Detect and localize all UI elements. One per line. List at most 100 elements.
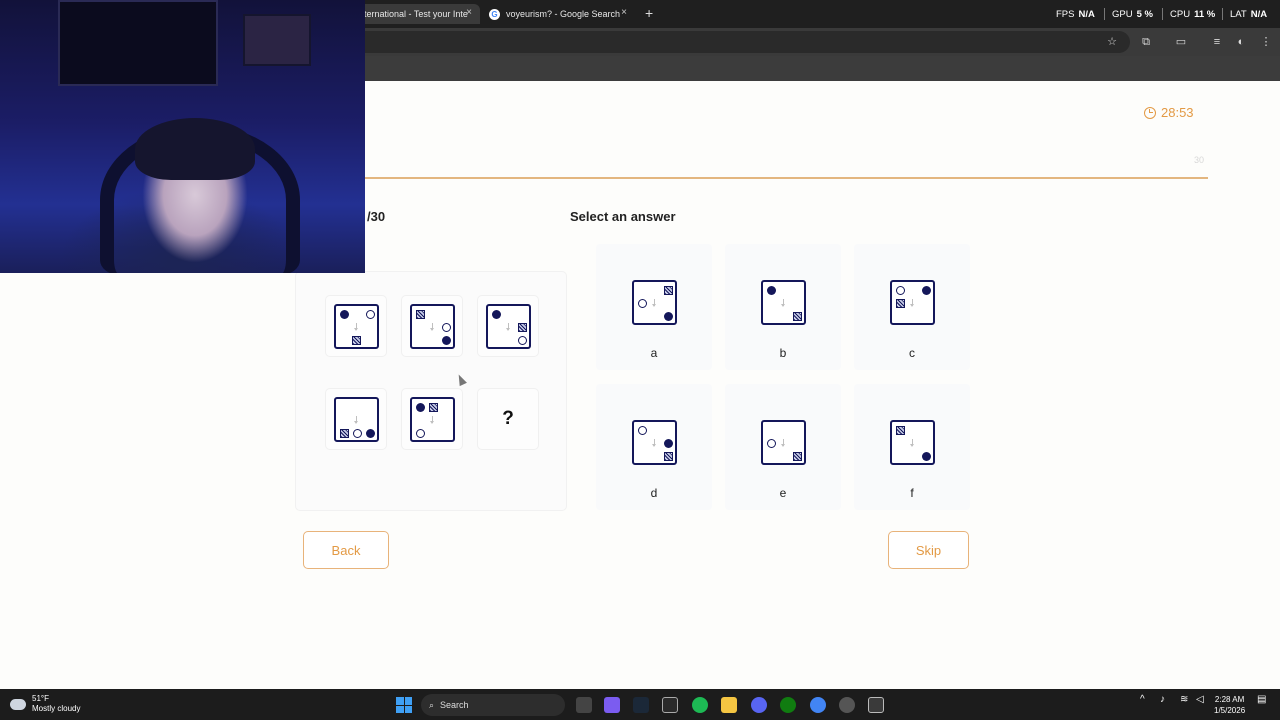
hatched-square-icon	[664, 452, 673, 461]
timer: 28:53	[1144, 105, 1194, 120]
empty-circle-icon	[352, 428, 362, 438]
wall-picture-frame	[58, 0, 218, 86]
wifi-icon[interactable]: ≋	[1180, 694, 1188, 705]
question-counter: /30	[367, 209, 386, 224]
spotify-icon[interactable]	[692, 697, 708, 713]
steam-icon[interactable]	[633, 697, 649, 713]
matrix-cell-3	[478, 296, 538, 356]
answer-option-a[interactable]: a	[596, 244, 712, 370]
hatched-square-icon	[793, 312, 802, 321]
option-label: c	[909, 346, 915, 360]
notification-icon[interactable]: ▤	[1257, 694, 1266, 705]
progress-total: 30	[1194, 155, 1205, 165]
lat-value: N/A	[1250, 9, 1268, 20]
puzzle-matrix: ?	[296, 272, 566, 510]
filled-circle-icon	[767, 286, 776, 295]
option-label: b	[779, 346, 787, 360]
answer-option-c[interactable]: c	[854, 244, 970, 370]
progress-bar	[365, 177, 1208, 179]
filled-circle-icon	[664, 439, 673, 448]
cloud-icon	[10, 698, 26, 710]
weather-temp: 51°F	[32, 694, 49, 703]
option-label: d	[650, 486, 658, 500]
chevron-up-icon[interactable]: ^	[1140, 694, 1145, 705]
answer-option-f[interactable]: f	[854, 384, 970, 510]
puzzle-figure	[632, 280, 677, 325]
taskbar-search[interactable]: ⌕ Search	[421, 694, 565, 716]
close-tab-icon[interactable]: ×	[621, 7, 627, 18]
option-label: f	[910, 486, 914, 500]
cpu-label: CPU	[1170, 9, 1191, 20]
app-icon[interactable]	[839, 697, 855, 713]
filled-circle-icon	[491, 309, 501, 319]
gpu-value: 5 %	[1136, 9, 1153, 20]
search-label: Search	[440, 700, 469, 710]
weather-widget[interactable]: 51°F Mostly cloudy	[10, 694, 80, 714]
skip-button[interactable]: Skip	[888, 531, 969, 569]
fps-counter: FPS N/A	[1056, 9, 1095, 20]
fps-label: FPS	[1056, 9, 1075, 20]
reading-list-icon[interactable]: ≡	[1210, 35, 1224, 49]
arrow-down-icon	[429, 322, 434, 331]
select-answer-title: Select an answer	[570, 209, 676, 224]
question-mark: ?	[502, 408, 514, 429]
timer-value: 28:53	[1161, 105, 1194, 120]
epic-games-icon[interactable]	[662, 697, 678, 713]
epic-games-icon[interactable]	[868, 697, 884, 713]
puzzle-figure	[890, 280, 935, 325]
empty-circle-icon	[767, 439, 776, 448]
filled-circle-icon	[664, 312, 673, 321]
cpu-value: 11 %	[1194, 9, 1216, 20]
task-view-icon[interactable]	[576, 697, 592, 713]
close-tab-icon[interactable]: ×	[466, 7, 472, 18]
arrow-down-icon	[781, 439, 785, 447]
lat-counter: LAT N/A	[1230, 9, 1267, 20]
hatched-square-icon	[896, 299, 905, 308]
wall-picture-frame	[243, 14, 311, 66]
progress-fill	[365, 177, 1208, 179]
hatched-square-icon	[664, 286, 673, 295]
windows-taskbar: 51°F Mostly cloudy ⌕ Search ^ ♪ ≋ ◁ 2:28…	[0, 689, 1280, 720]
new-tab-button[interactable]: +	[645, 5, 653, 21]
hatched-square-icon	[339, 428, 349, 438]
divider	[1222, 8, 1223, 20]
answer-option-e[interactable]: e	[725, 384, 841, 510]
answer-option-d[interactable]: d	[596, 384, 712, 510]
puzzle-figure	[409, 303, 455, 349]
filled-circle-icon	[441, 335, 451, 345]
gpu-label: GPU	[1112, 9, 1133, 20]
windows-start-icon[interactable]	[396, 697, 412, 713]
bookmark-star-icon[interactable]: ☆	[1105, 35, 1119, 49]
empty-circle-icon	[365, 309, 375, 319]
hatched-square-icon	[896, 426, 905, 435]
arrow-down-icon	[429, 415, 434, 424]
clock-date: 1/5/2026	[1214, 706, 1246, 715]
cast-icon[interactable]: ▭	[1174, 35, 1188, 49]
answer-option-b[interactable]: b	[725, 244, 841, 370]
tab-google-search[interactable]: G voyeurism? - Google Search ×	[485, 4, 635, 24]
puzzle-figure	[409, 396, 455, 442]
webcam-overlay	[0, 0, 365, 273]
file-explorer-icon[interactable]	[721, 697, 737, 713]
arrow-down-icon	[353, 415, 358, 424]
address-bar[interactable]	[330, 31, 1130, 53]
puzzle-figure	[632, 420, 677, 465]
puzzle-figure	[761, 420, 806, 465]
microphone-icon[interactable]: ♪	[1160, 694, 1165, 705]
hatched-square-icon	[428, 402, 438, 412]
chrome-icon[interactable]	[810, 697, 826, 713]
filled-circle-icon	[922, 452, 931, 461]
volume-icon[interactable]: ◁	[1196, 694, 1204, 705]
profile-icon[interactable]: ◐	[1234, 35, 1248, 49]
discord-icon[interactable]	[751, 697, 767, 713]
extensions-icon[interactable]: ⧉	[1139, 35, 1153, 49]
back-button[interactable]: Back	[303, 531, 389, 569]
copilot-icon[interactable]	[604, 697, 620, 713]
xbox-icon[interactable]	[780, 697, 796, 713]
person-head	[135, 118, 255, 180]
empty-circle-icon	[441, 322, 451, 332]
empty-circle-icon	[896, 286, 905, 295]
option-label: e	[779, 486, 787, 500]
menu-dots-icon[interactable]: ⋮	[1259, 35, 1273, 49]
system-clock[interactable]: 2:28 AM 1/5/2026	[1214, 694, 1245, 716]
